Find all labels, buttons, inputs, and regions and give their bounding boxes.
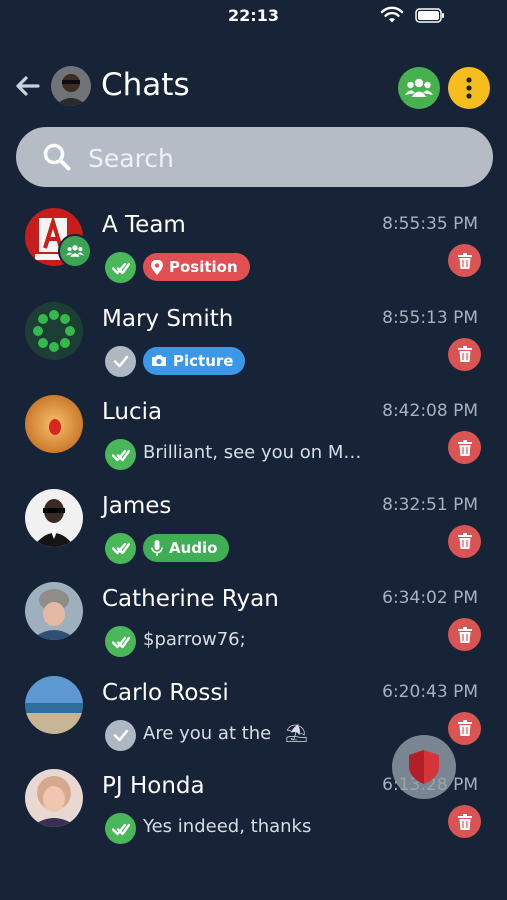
chat-preview: Brilliant, see you on M… (143, 442, 362, 463)
profile-avatar[interactable] (51, 66, 91, 106)
delete-chat-button[interactable] (448, 244, 481, 277)
battery-icon (415, 8, 444, 23)
chat-timestamp: 6:34:02 PM (382, 588, 478, 608)
delete-chat-button[interactable] (448, 805, 481, 838)
search-input[interactable] (86, 137, 470, 179)
chat-timestamp: 8:55:13 PM (382, 307, 478, 328)
beach-umbrella-emoji: ⛱ (285, 722, 308, 744)
chat-row-lucia[interactable]: Lucia 8:42:08 PM Brilliant, see you on M… (0, 387, 507, 481)
delete-chat-button[interactable] (448, 337, 481, 371)
wifi-icon (380, 6, 404, 23)
trash-icon (457, 626, 472, 643)
chat-preview: Are you at the ⛱ (143, 723, 308, 744)
read-check-icon (105, 813, 136, 844)
chat-row-mary-smith[interactable]: Mary Smith 8:55:13 PM Picture (0, 294, 507, 388)
shield-icon (409, 750, 439, 784)
chat-name: Carlo Rossi (102, 679, 229, 706)
delete-chat-button[interactable] (448, 524, 481, 558)
more-options-button[interactable] (448, 67, 490, 109)
read-check-icon (105, 252, 136, 283)
read-check-icon (105, 626, 136, 657)
chat-name: A Team (102, 212, 186, 238)
camera-icon (152, 355, 166, 366)
chat-preview: Yes indeed, thanks (143, 816, 312, 837)
chat-row-catherine-ryan[interactable]: Catherine Ryan 6:34:02 PM $parrow76; (0, 574, 507, 668)
audio-tag: Audio (143, 533, 230, 562)
chat-name: Mary Smith (102, 305, 234, 332)
trash-icon (457, 720, 472, 736)
chat-timestamp: 6:20:43 PM (382, 681, 478, 702)
position-tag: Position (143, 253, 250, 281)
avatar (25, 301, 83, 360)
chat-preview: $parrow76; (143, 629, 246, 650)
avatar (25, 582, 83, 640)
sent-check-icon (105, 719, 136, 751)
more-vertical-icon (466, 77, 472, 99)
avatar (25, 769, 83, 827)
chat-row-james[interactable]: James 8:32:51 PM Audio (0, 481, 507, 575)
avatar (25, 395, 83, 453)
search-icon (43, 143, 71, 171)
delete-chat-button[interactable] (448, 711, 481, 745)
delete-chat-button[interactable] (448, 431, 481, 464)
tag-label: Position (169, 258, 238, 276)
chat-name: Catherine Ryan (102, 586, 279, 612)
tag-label: Picture (173, 351, 234, 370)
trash-icon (457, 533, 472, 549)
picture-tag: Picture (143, 346, 246, 375)
chat-name: James (102, 492, 172, 519)
group-chat-badge (58, 234, 92, 268)
trash-icon (457, 252, 472, 269)
read-check-icon (105, 439, 136, 470)
chat-row-a-team[interactable]: A Team 8:55:35 PM Position (0, 200, 507, 294)
location-pin-icon (151, 259, 163, 275)
delete-chat-button[interactable] (448, 618, 481, 651)
groups-button[interactable] (398, 67, 440, 109)
avatar (25, 675, 83, 734)
back-arrow-icon[interactable] (14, 72, 42, 100)
groups-icon (405, 78, 433, 97)
avatar (25, 488, 83, 547)
microphone-icon (151, 539, 163, 556)
sent-check-icon (105, 345, 136, 377)
security-shield-button[interactable] (392, 735, 456, 799)
chat-name: Lucia (102, 399, 163, 425)
read-check-icon (105, 532, 136, 564)
chat-timestamp: 8:55:35 PM (382, 214, 478, 234)
page-title: Chats (101, 67, 190, 103)
chat-timestamp: 8:42:08 PM (382, 401, 478, 421)
trash-icon (457, 439, 472, 456)
status-bar: 22:13 (0, 0, 507, 34)
groups-icon (66, 245, 84, 257)
tag-label: Audio (169, 538, 218, 557)
chat-name: PJ Honda (102, 773, 205, 799)
chat-preview-text: Are you at the (143, 722, 272, 744)
chat-timestamp: 8:32:51 PM (382, 494, 478, 515)
trash-icon (457, 813, 472, 830)
search-bar[interactable] (16, 127, 493, 187)
trash-icon (457, 346, 472, 362)
chats-header: Chats (0, 60, 507, 116)
